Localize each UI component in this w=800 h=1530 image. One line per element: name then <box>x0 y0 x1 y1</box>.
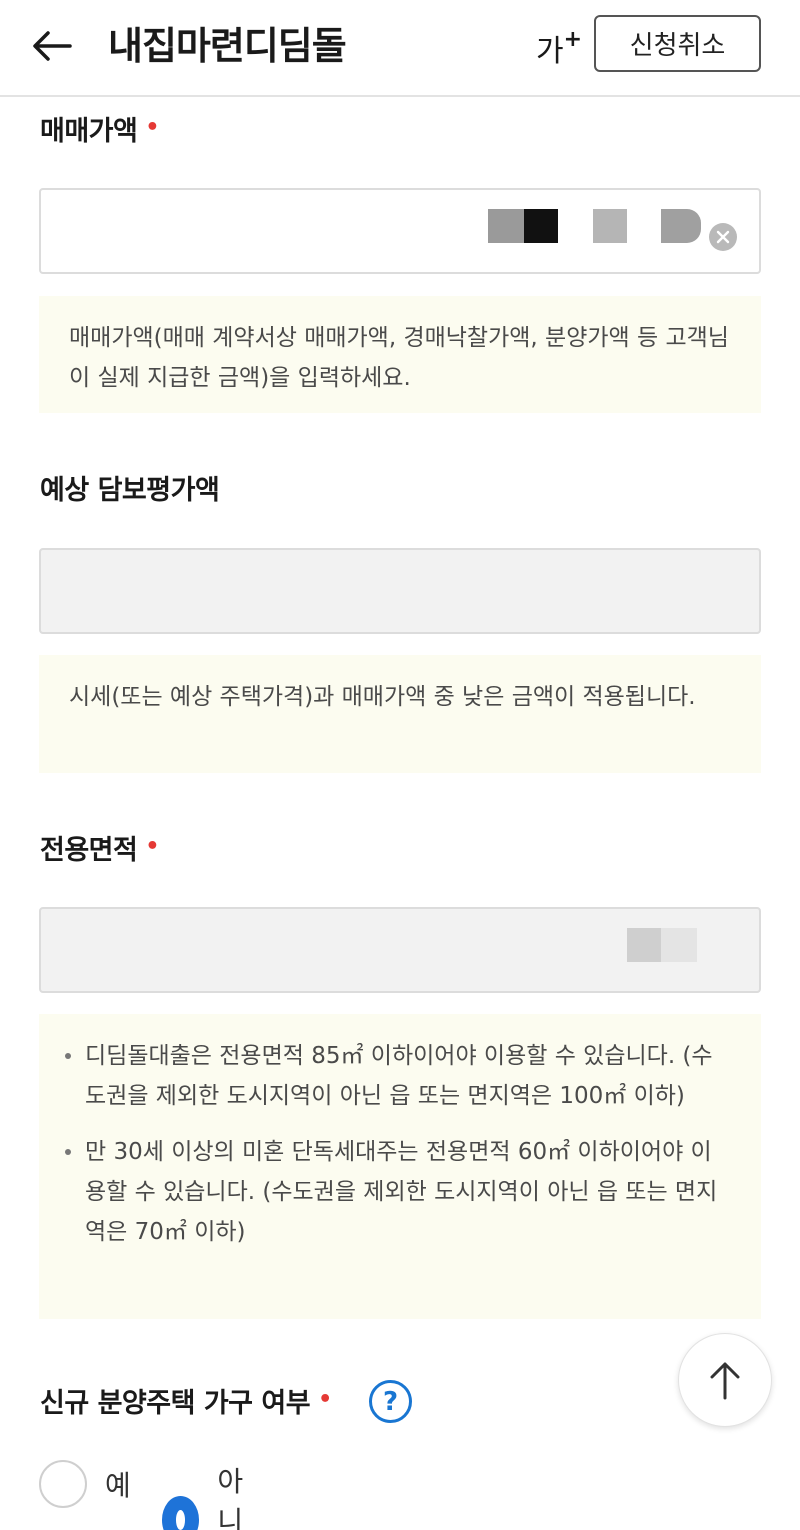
new-house-label-text: 신규 분양주택 가구 여부 <box>40 1388 311 1419</box>
radio-no[interactable]: 아니오 <box>162 1460 254 1530</box>
purchase-price-input[interactable] <box>41 190 759 272</box>
font-size-label: 가 <box>536 34 564 69</box>
radio-yes-label: 예 <box>105 1469 131 1502</box>
required-mark: • <box>318 1387 332 1412</box>
masked-digit <box>627 928 661 962</box>
masked-digit <box>524 209 558 243</box>
app-header: 내집마련디딤돌 가+ 신청취소 <box>0 0 800 97</box>
back-button[interactable] <box>30 24 74 68</box>
area-help-list: 디딤돌대출은 전용면적 85㎡ 이하이어야 이용할 수 있습니다. (수도권을 … <box>65 1036 731 1252</box>
font-size-plus: + <box>563 27 583 52</box>
radio-circle-checked[interactable] <box>162 1496 200 1530</box>
masked-digit <box>661 209 701 243</box>
appraisal-help: 시세(또는 예상 주택가격)과 매매가액 중 낮은 금액이 적용됩니다. <box>39 655 761 773</box>
arrow-up-icon <box>710 1362 740 1400</box>
area-field <box>39 907 761 993</box>
masked-digit <box>593 209 627 243</box>
question-icon[interactable]: ? <box>369 1380 412 1423</box>
purchase-price-help: 매매가액(매매 계약서상 매매가액, 경매낙찰가액, 분양가액 등 고객님이 실… <box>39 296 761 413</box>
masked-digit <box>488 209 524 243</box>
area-label-text: 전용면적 <box>40 835 138 866</box>
appraisal-field <box>39 548 761 634</box>
purchase-price-field[interactable] <box>39 188 761 274</box>
area-help: 디딤돌대출은 전용면적 85㎡ 이하이어야 이용할 수 있습니다. (수도권을 … <box>39 1014 761 1319</box>
font-size-button[interactable]: 가+ <box>536 24 582 72</box>
required-mark: • <box>145 115 159 140</box>
area-label: 전용면적 • <box>40 833 159 871</box>
radio-yes[interactable]: 예 <box>39 1460 131 1508</box>
new-house-label: 신규 분양주택 가구 여부 • <box>40 1386 332 1424</box>
appraisal-label: 예상 담보평가액 <box>40 475 220 506</box>
page-title: 내집마련디딤돌 <box>108 24 347 68</box>
masked-digit <box>661 928 697 962</box>
appraisal-input <box>41 550 759 632</box>
radio-circle[interactable] <box>39 1460 87 1508</box>
area-help-item: 디딤돌대출은 전용면적 85㎡ 이하이어야 이용할 수 있습니다. (수도권을 … <box>65 1036 731 1116</box>
arrow-left-icon <box>33 31 72 61</box>
area-help-item: 만 30세 이상의 미혼 단독세대주는 전용면적 60㎡ 이하이어야 이용할 수… <box>65 1132 731 1252</box>
purchase-price-label-text: 매매가액 <box>40 116 138 147</box>
required-mark: • <box>145 834 159 859</box>
cancel-application-button[interactable]: 신청취소 <box>594 15 761 72</box>
radio-no-label: 아니오 <box>217 1465 244 1530</box>
purchase-price-label: 매매가액 • <box>40 114 159 152</box>
clear-icon[interactable] <box>709 223 737 251</box>
scroll-top-button[interactable] <box>678 1333 772 1427</box>
